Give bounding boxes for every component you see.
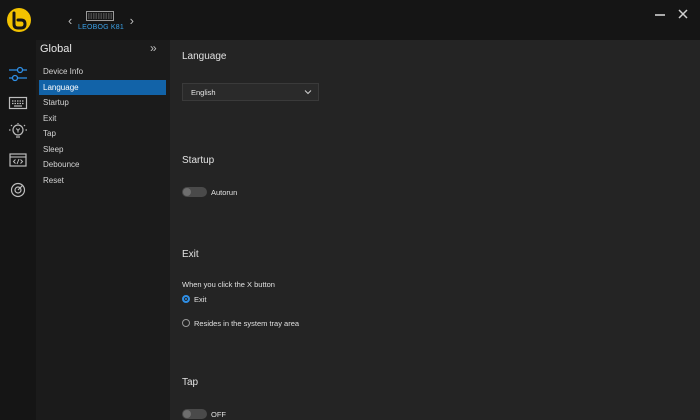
logo-icon xyxy=(7,8,31,32)
global-submenu: Global » Device Info Language Startup Ex… xyxy=(36,40,170,420)
exit-option-label: Exit xyxy=(194,295,207,304)
menu-item-reset[interactable]: Reset xyxy=(39,173,166,188)
lightbulb-icon[interactable] xyxy=(8,122,28,140)
exit-prompt: When you click the X button xyxy=(182,280,275,289)
code-window-icon[interactable] xyxy=(8,151,28,169)
language-select-value: English xyxy=(191,88,216,97)
sliders-icon[interactable] xyxy=(8,65,28,83)
tap-toggle[interactable] xyxy=(182,409,207,419)
startup-title: Startup xyxy=(182,155,215,166)
submenu-title: Global xyxy=(40,43,72,55)
menu-item-exit[interactable]: Exit xyxy=(39,111,166,126)
tap-toggle-label: OFF xyxy=(211,410,226,419)
close-icon xyxy=(678,9,688,19)
toggle-knob xyxy=(183,410,191,418)
autorun-toggle[interactable] xyxy=(182,187,207,197)
chevron-down-icon xyxy=(304,90,312,95)
menu-item-debounce[interactable]: Debounce xyxy=(39,157,166,172)
menu-item-sleep[interactable]: Sleep xyxy=(39,142,166,157)
menu-item-device-info[interactable]: Device Info xyxy=(39,64,166,79)
exit-option-radio[interactable] xyxy=(182,295,190,303)
collapse-button[interactable]: » xyxy=(150,41,157,55)
tray-option-label: Resides in the system tray area xyxy=(194,319,300,328)
icon-sidebar xyxy=(0,40,36,420)
keyboard-icon[interactable] xyxy=(8,94,28,112)
settings-content: Language English Startup Autorun Exit Wh… xyxy=(170,40,700,420)
device-name: LEOBOG K81 xyxy=(78,24,124,31)
title-bar: ‹ › LEOBOG K81 xyxy=(0,0,700,40)
close-button[interactable] xyxy=(675,8,691,24)
keyboard-thumbnail-icon xyxy=(86,11,114,21)
tray-option-radio[interactable] xyxy=(182,319,190,327)
language-select[interactable]: English xyxy=(182,83,319,101)
minimize-icon xyxy=(655,14,665,16)
minimize-button[interactable] xyxy=(652,8,668,24)
exit-title: Exit xyxy=(182,249,199,260)
autorun-label: Autorun xyxy=(211,188,238,197)
menu-item-tap[interactable]: Tap xyxy=(39,126,166,141)
target-icon[interactable] xyxy=(8,181,28,199)
menu-item-startup[interactable]: Startup xyxy=(39,95,166,110)
toggle-knob xyxy=(183,188,191,196)
menu-item-language[interactable]: Language xyxy=(39,79,166,95)
device-switcher: ‹ › LEOBOG K81 xyxy=(68,9,134,35)
tap-title: Tap xyxy=(182,377,199,388)
language-title: Language xyxy=(182,51,227,62)
